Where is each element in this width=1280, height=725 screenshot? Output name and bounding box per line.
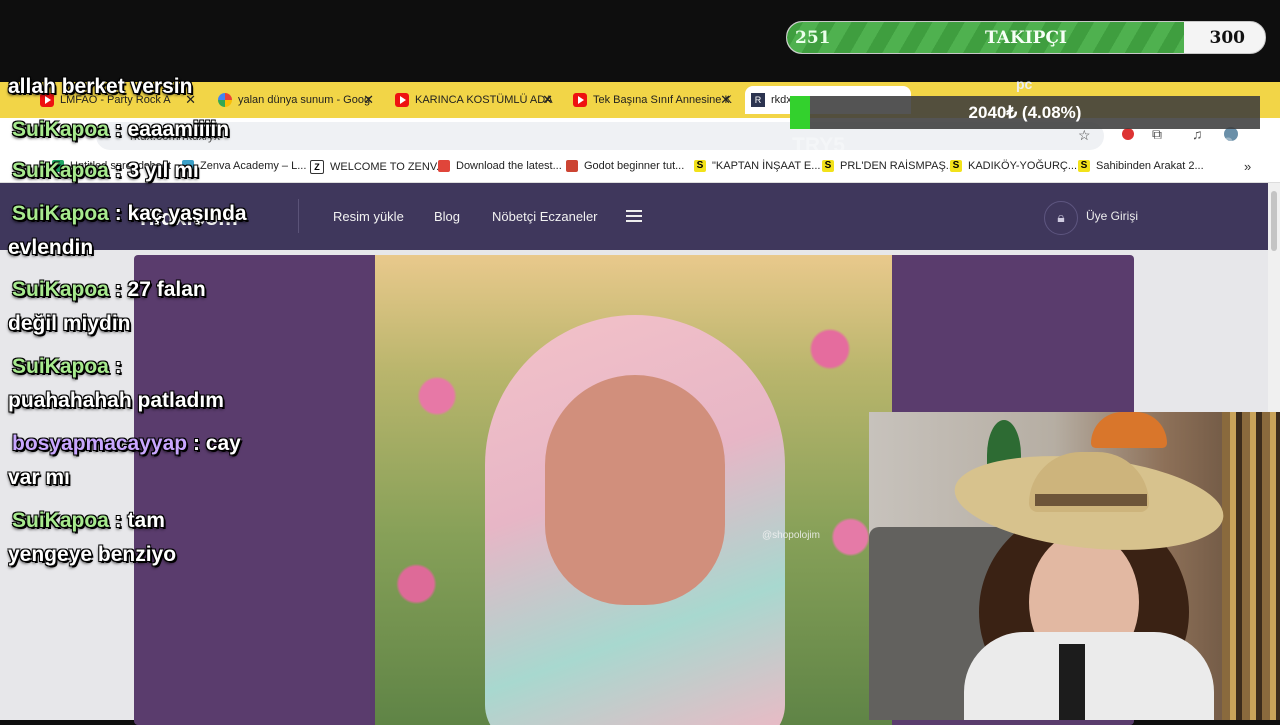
donation-min-label: TRY5	[792, 134, 845, 157]
uploaded-photo[interactable]: @shopolojim	[375, 255, 892, 725]
donation-amount: 2040₺ (4.08%)	[968, 103, 1082, 122]
donation-goal-bar: 2040₺ (4.08%)	[790, 96, 1260, 129]
webcam-wall-art	[1222, 412, 1280, 720]
follower-target: 300	[1209, 28, 1246, 48]
chat-message: SuiKapoa : puahahahah patladım	[8, 355, 224, 412]
chat-username: SuiKapoa	[12, 202, 109, 225]
chevron-right-icon[interactable]: »	[1244, 159, 1251, 174]
webcam-lamp	[1091, 412, 1167, 448]
youtube-icon	[395, 93, 409, 107]
close-icon[interactable]: ✕	[363, 92, 374, 108]
chat-username: SuiKapoa	[12, 509, 109, 532]
site-icon: R	[751, 93, 765, 107]
star-icon[interactable]: ☆	[1078, 127, 1091, 144]
tab-title: Tek Başına Sınıf Annesine K	[593, 94, 732, 106]
sahibinden-icon: S	[950, 160, 962, 172]
chat-username: SuiKapoa	[12, 159, 109, 182]
pc-label: pc	[1016, 76, 1033, 92]
youtube-icon	[573, 93, 587, 107]
webcam-hat-band	[1035, 494, 1147, 506]
tab-title: KARINCA KOSTÜMLÜ ADA	[415, 94, 553, 106]
bookmark-item[interactable]: S KADIKÖY-YOĞURÇ...	[950, 160, 1077, 172]
nav-divider	[298, 199, 299, 233]
sahibinden-icon: S	[694, 160, 706, 172]
chat-message: SuiKapoa : 27 falan değil miydin	[8, 278, 206, 335]
chat-message: SuiKapoa : kaç yaşında evlendin	[8, 202, 247, 259]
donation-max-label: TRY50.000	[1140, 134, 1246, 157]
login-link[interactable]: Üye Girişi	[1086, 209, 1138, 223]
tab-karinca[interactable]: KARINCA KOSTÜMLÜ ADA ✕	[395, 86, 557, 114]
bookmark-item[interactable]: S PRL'DEN RAİSMPAŞ...	[822, 160, 955, 172]
bookmark-item[interactable]: Z WELCOME TO ZENV...	[310, 160, 445, 174]
bookmark-item[interactable]: S "KAPTAN İNŞAAT E...	[694, 160, 820, 172]
zenva-z-icon: Z	[310, 160, 324, 174]
photo-face	[545, 375, 725, 605]
tab-tek-basina[interactable]: Tek Başına Sınıf Annesine K ✕	[573, 86, 735, 114]
scrollbar-thumb[interactable]	[1271, 191, 1277, 251]
chat-message: bosyapmacayyap : cay var mı	[8, 432, 241, 489]
download-site-icon	[438, 160, 450, 172]
follower-current: 251	[795, 28, 831, 48]
chat-username: SuiKapoa	[12, 355, 109, 378]
nav-blog[interactable]: Blog	[434, 209, 460, 224]
chat-message: SuiKapoa : tam yengeye benziyo	[8, 509, 177, 566]
nav-upload-image[interactable]: Resim yükle	[333, 209, 404, 224]
follower-goal-fill	[787, 22, 1184, 53]
chat-message: SuiKapoa : eaaamiiiin	[12, 118, 230, 141]
extension-icon[interactable]	[1122, 128, 1134, 140]
menu-icon[interactable]	[626, 210, 642, 222]
photo-watermark: @shopolojim	[762, 530, 820, 541]
webcam-feed	[869, 412, 1280, 720]
bookmark-item[interactable]: Godot beginner tut...	[566, 160, 684, 172]
close-icon[interactable]: ✕	[720, 92, 731, 108]
tab-title: rkdx	[771, 94, 792, 106]
sahibinden-icon: S	[1078, 160, 1090, 172]
sahibinden-icon: S	[822, 160, 834, 172]
chat-message: allah berket versin	[8, 75, 193, 98]
bookmark-item[interactable]: S Sahibinden Arakat 2...	[1078, 160, 1204, 172]
chat-username: bosyapmacayyap	[12, 432, 188, 455]
webcam-tie	[1059, 644, 1085, 720]
bookmark-item[interactable]: Download the latest...	[438, 160, 562, 172]
chat-username: SuiKapoa	[12, 278, 109, 301]
lock-icon[interactable]: 🔒︎	[1044, 201, 1078, 235]
chat-message: SuiKapoa : 3 yıl mı	[12, 159, 199, 182]
webcam-shirt	[964, 632, 1214, 720]
nav-pharmacies[interactable]: Nöbetçi Eczaneler	[492, 209, 598, 224]
follower-goal-bar: 251 TAKIPÇI 300	[786, 21, 1266, 54]
chat-username: SuiKapoa	[12, 118, 109, 141]
godot-site-icon	[566, 160, 578, 172]
close-icon[interactable]: ✕	[542, 92, 553, 108]
